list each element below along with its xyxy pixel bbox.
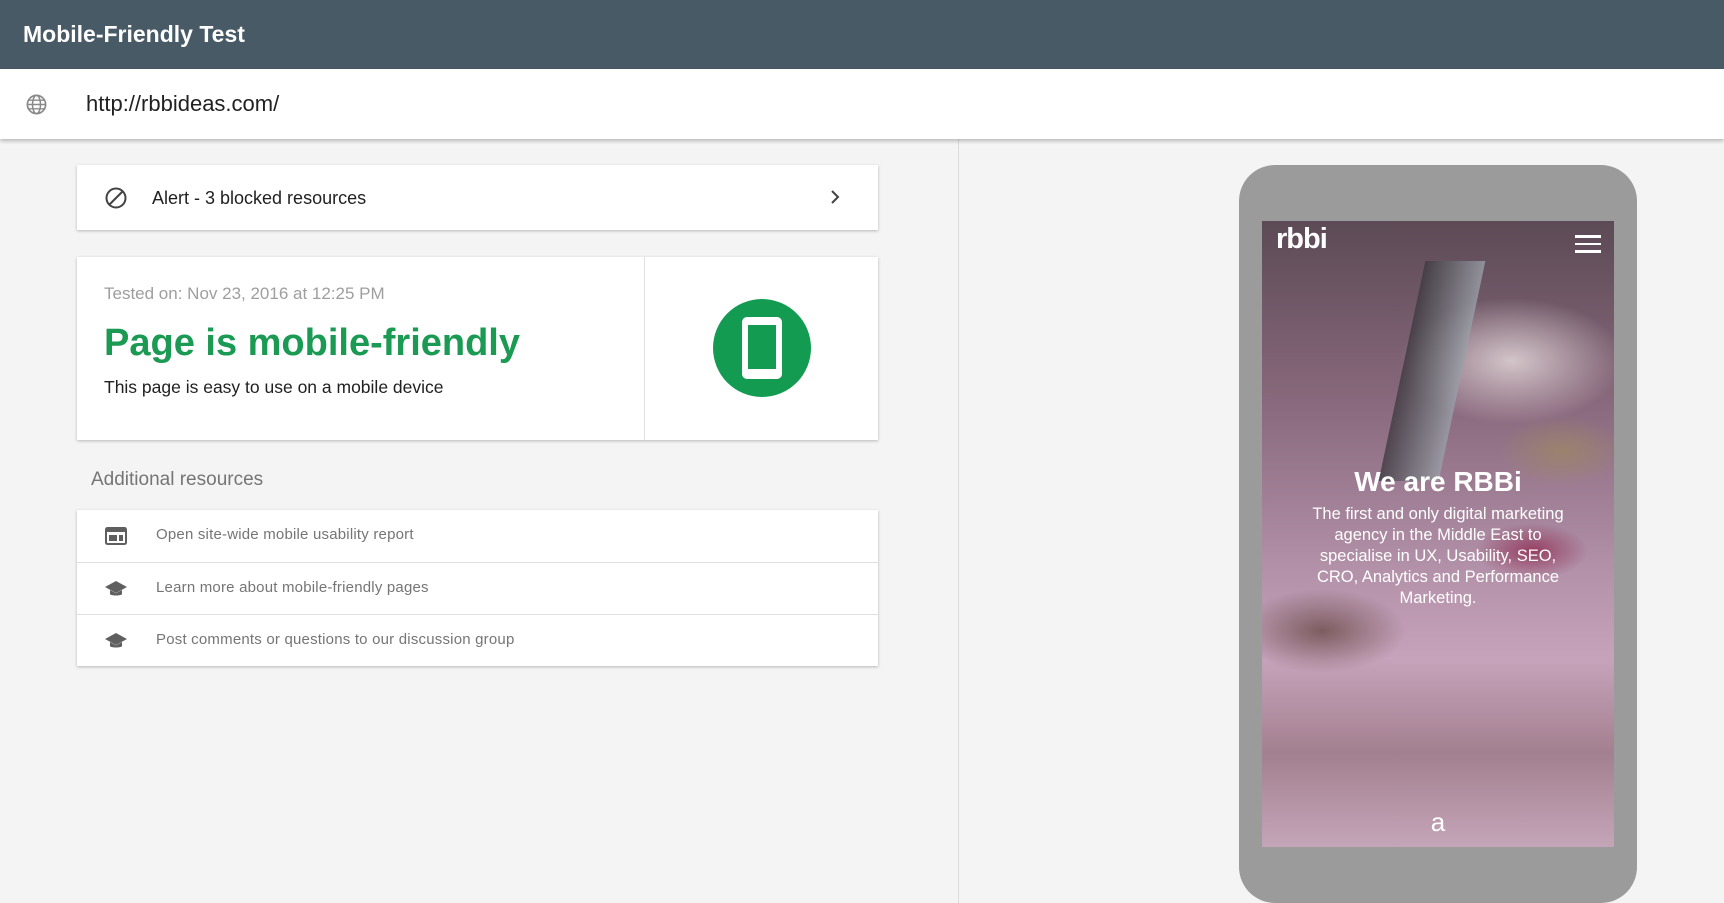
resource-label: Open site-wide mobile usability report	[156, 526, 414, 543]
url-bar: http://rbbideas.com/	[0, 69, 1724, 139]
result-headline: Page is mobile-friendly	[104, 322, 520, 364]
additional-resources-heading: Additional resources	[91, 469, 264, 490]
alert-label: Alert - 3 blocked resources	[152, 188, 367, 208]
globe-icon	[26, 94, 47, 115]
tested-url[interactable]: http://rbbideas.com/	[86, 91, 279, 117]
tested-on-timestamp: Tested on: Nov 23, 2016 at 12:25 PM	[104, 284, 385, 303]
resource-usability-report[interactable]: Open site-wide mobile usability report	[77, 510, 878, 562]
resource-label: Post comments or questions to our discus…	[156, 631, 515, 648]
mobile-friendly-badge	[713, 299, 811, 397]
school-icon	[105, 581, 127, 596]
app-title: Mobile-Friendly Test	[23, 21, 245, 47]
blocked-icon	[105, 187, 127, 209]
result-subtext: This page is easy to use on a mobile dev…	[104, 377, 444, 397]
school-icon	[105, 633, 127, 648]
smartphone-icon	[742, 317, 782, 379]
resource-discussion-group[interactable]: Post comments or questions to our discus…	[77, 614, 878, 666]
hero-text: The first and only digital marketing age…	[1312, 505, 1564, 607]
hero-title: We are RBBi	[1354, 466, 1522, 497]
test-result-card: Tested on: Nov 23, 2016 at 12:25 PM Page…	[77, 257, 878, 440]
hamburger-menu-icon[interactable]	[1575, 235, 1601, 253]
result-divider	[644, 257, 645, 440]
app-header: Mobile-Friendly Test	[0, 0, 1724, 69]
page-preview-screen[interactable]: rbbi We are RBBi The first and only digi…	[1262, 221, 1614, 847]
additional-resources-list: Open site-wide mobile usability report L…	[77, 510, 878, 666]
site-logo[interactable]: rbbi	[1276, 223, 1328, 256]
chevron-right-icon[interactable]	[825, 187, 845, 207]
web-layout-icon	[105, 527, 127, 545]
blocked-resources-alert[interactable]: Alert - 3 blocked resources	[77, 165, 878, 230]
scroll-glyph[interactable]: a	[1262, 807, 1614, 838]
panel-divider	[958, 139, 959, 903]
background-photo-laptop	[1378, 261, 1486, 481]
resource-learn-more[interactable]: Learn more about mobile-friendly pages	[77, 562, 878, 614]
resource-label: Learn more about mobile-friendly pages	[156, 579, 429, 596]
